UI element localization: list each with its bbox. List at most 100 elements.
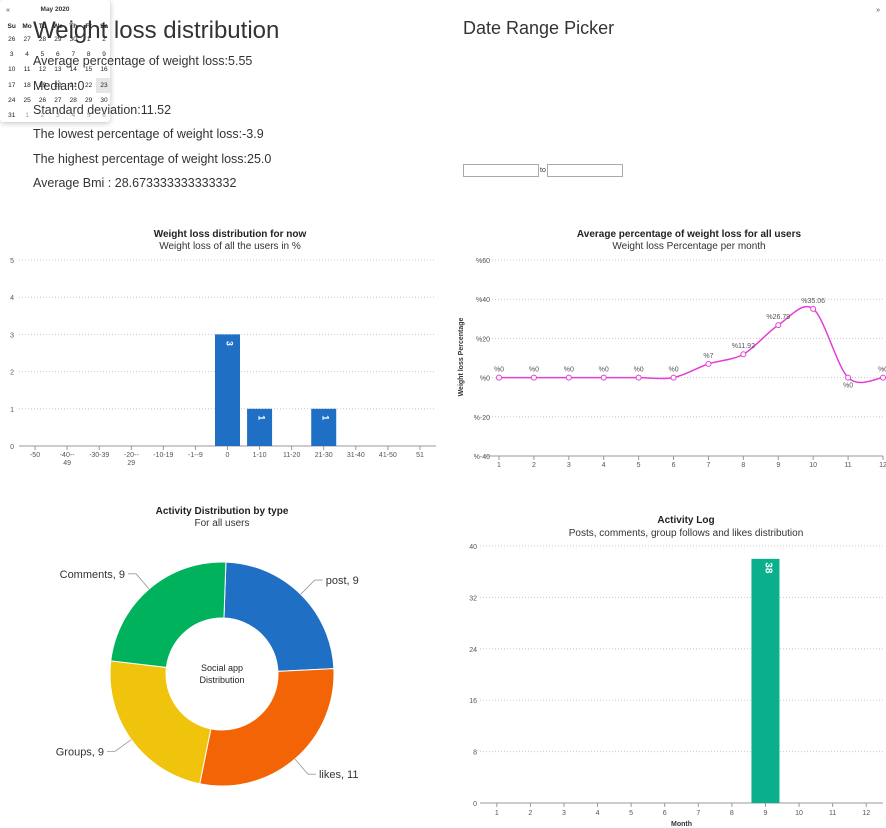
calendar-day[interactable]: 7 [66, 47, 81, 62]
x-tick-label: -30-39 [89, 452, 109, 459]
x-tick-label: -40--49 [60, 452, 75, 467]
data-point [670, 374, 677, 381]
calendar-day[interactable]: 4 [66, 108, 81, 123]
calendar-day[interactable]: 4 [19, 47, 34, 62]
calendar-day[interactable]: 15 [81, 62, 96, 77]
start-date-input[interactable] [463, 164, 539, 177]
point-data-label: %7 [703, 353, 713, 360]
calendar-month-label[interactable]: May 2020 [0, 6, 110, 13]
point-data-label: %0 [599, 367, 609, 374]
data-point [635, 374, 642, 381]
calendar-day[interactable]: 23 [96, 77, 112, 93]
calendar-day[interactable]: 26 [4, 32, 19, 47]
calendar-day[interactable]: 6 [50, 47, 65, 62]
x-axis-label: Month [671, 821, 692, 828]
calendar-day[interactable]: 6 [96, 108, 111, 123]
data-point [496, 374, 502, 381]
donut-slice [199, 668, 335, 787]
calendar-day[interactable]: 22 [81, 78, 96, 93]
calendar-day[interactable]: 12 [35, 62, 50, 77]
x-tick-label: 31-40 [347, 452, 365, 459]
calendar-day[interactable]: 17 [4, 78, 19, 93]
calendar-day[interactable]: 29 [50, 32, 65, 47]
chart3-subtitle: For all users [194, 518, 250, 529]
calendar-day[interactable]: 27 [19, 32, 34, 47]
x-tick-label: 12 [879, 462, 886, 469]
stat-bmi: Average Bmi : 28.673333333333332 [33, 176, 237, 190]
x-tick-label: 9 [776, 462, 780, 469]
activity-distribution-donut: post, 9 likes, 11 Groups, 9 Comments, 9 Soci… [56, 561, 359, 787]
data-point [740, 351, 747, 358]
calendar-day[interactable]: 28 [66, 93, 81, 108]
data-point [810, 305, 817, 312]
calendar-day[interactable]: 2 [96, 32, 111, 47]
x-tick-label: 12 [862, 810, 870, 817]
y-tick-label: 0 [473, 801, 477, 808]
calendar-day[interactable]: 9 [96, 47, 111, 62]
series-line [498, 306, 884, 384]
weight-loss-percentage-chart: %-40 %-20 %0 %20 %40 %60 Weight loss Percentag… [458, 258, 886, 469]
slice-label: Comments, 9 [60, 569, 125, 581]
calendar-day[interactable]: 25 [19, 93, 34, 108]
y-tick-label: 1 [10, 407, 14, 414]
calendar-day[interactable]: 20 [50, 78, 65, 93]
weight-loss-distribution-chart: 0 1 2 3 4 5 -50 -40--49 -30-39 -20--29 -10-19 -1--9… [10, 258, 436, 467]
x-tick-label: 4 [596, 810, 600, 817]
calendar-day[interactable]: 5 [35, 47, 50, 62]
bar [751, 558, 780, 803]
y-tick-label: 3 [10, 332, 14, 339]
calendar-day[interactable]: 21 [66, 78, 81, 93]
calendar-day[interactable]: 30 [66, 32, 81, 47]
calendar-day[interactable]: 5 [81, 108, 96, 123]
calendar-day[interactable]: 16 [96, 62, 111, 77]
slice-leader-line [128, 573, 150, 590]
bar-data-label: 3 [225, 341, 235, 346]
x-tick-label: -1--9 [188, 452, 203, 459]
calendar-day[interactable]: 14 [66, 62, 81, 77]
y-tick-label: 0 [10, 444, 14, 451]
x-tick-label: 1 [495, 810, 499, 817]
calendar-day[interactable]: 1 [19, 108, 34, 123]
calendar-day[interactable]: 11 [19, 62, 34, 77]
calendar-day[interactable]: 10 [4, 62, 19, 77]
x-tick-label: 1-10 [253, 452, 267, 459]
calendar-day[interactable]: 27 [50, 93, 65, 108]
bar-data-label: 1 [257, 415, 267, 420]
calendar-day[interactable]: 30 [96, 93, 111, 108]
calendar-day[interactable]: 13 [50, 62, 65, 77]
y-tick-label: 32 [469, 595, 477, 602]
x-tick-label: 7 [696, 810, 700, 817]
bar-data-label: 1 [321, 415, 331, 420]
x-tick-label: 10 [795, 810, 803, 817]
calendar-day[interactable]: 26 [35, 93, 50, 108]
weekday-label: Mo [22, 22, 32, 30]
calendar-day[interactable]: 8 [81, 47, 96, 62]
calendar-day[interactable]: 29 [81, 93, 96, 108]
data-point [775, 322, 782, 329]
calendar-day[interactable]: 2 [35, 108, 50, 123]
calendar-day[interactable]: 3 [50, 108, 65, 123]
calendar-day[interactable]: 1 [81, 32, 96, 47]
date-range-to-label: to [540, 167, 546, 174]
calendar-day[interactable]: 18 [19, 78, 34, 93]
next-month-icon[interactable]: » [876, 7, 880, 14]
x-tick-label: -20--29 [124, 452, 139, 467]
donut-slice [223, 561, 335, 672]
calendar-day[interactable]: 31 [4, 108, 19, 123]
weekday-label: Su [7, 22, 16, 30]
x-tick-label: 0 [226, 452, 230, 459]
calendar-day[interactable]: 19 [35, 78, 50, 93]
slice-leader-line [294, 758, 316, 775]
x-tick-label: 8 [730, 810, 734, 817]
x-tick-label: 3 [567, 462, 571, 469]
calendar-day[interactable]: 24 [4, 93, 19, 108]
stat-lowest: The lowest percentage of weight loss:-3.… [33, 127, 264, 141]
x-tick-label: 5 [629, 810, 633, 817]
calendar-day[interactable]: 28 [35, 32, 50, 47]
slice-leader-line [107, 739, 132, 752]
end-date-input[interactable] [547, 164, 623, 177]
point-data-label: %0 [843, 383, 853, 390]
chart3-title: Activity Distribution by type [155, 506, 289, 517]
stat-highest: The highest percentage of weight loss:25… [33, 152, 272, 166]
calendar-day[interactable]: 3 [4, 47, 19, 62]
